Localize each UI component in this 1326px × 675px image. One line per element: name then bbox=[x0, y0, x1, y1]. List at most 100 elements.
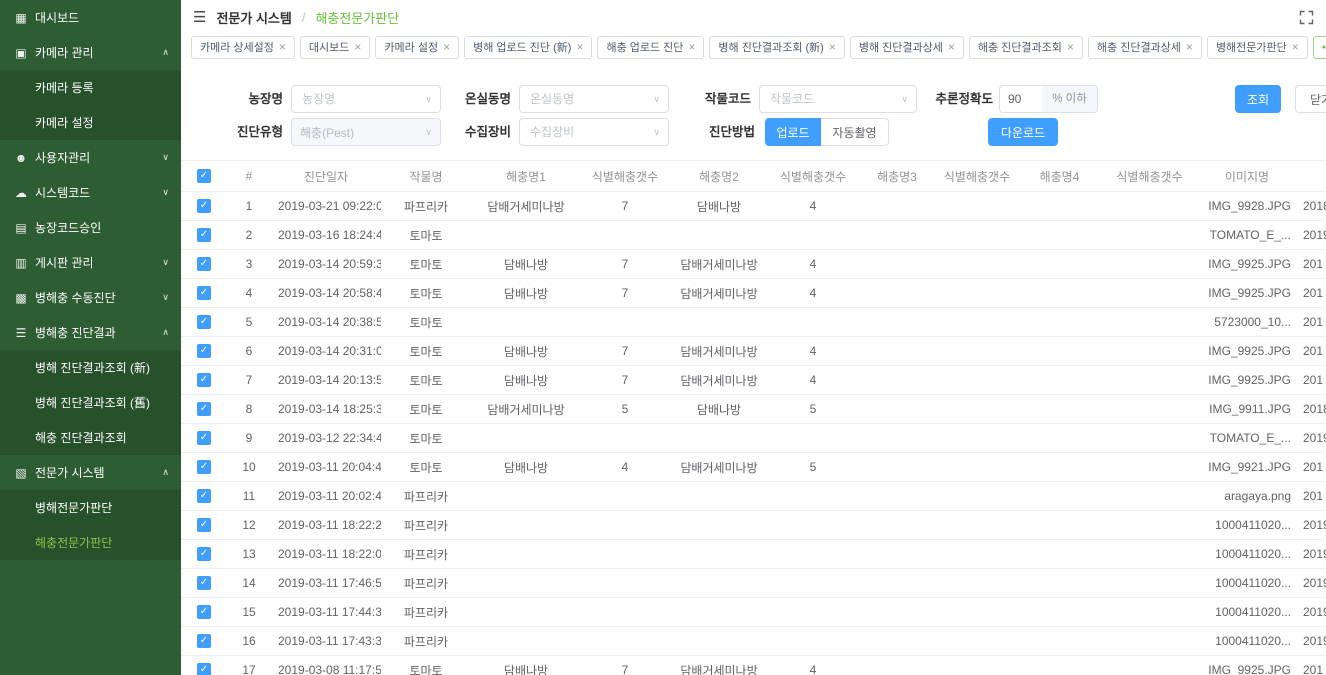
greenhouse-input[interactable] bbox=[528, 91, 649, 107]
row-checkbox[interactable]: ✓ bbox=[197, 518, 211, 532]
diagnosis-type-value: 해충(Pest) bbox=[300, 124, 421, 141]
tab-item[interactable]: 해충 진단결과조회× bbox=[969, 36, 1083, 59]
sidebar-item[interactable]: ▤농장코드승인 bbox=[0, 210, 181, 245]
row-checkbox[interactable]: ✓ bbox=[197, 431, 211, 445]
row-checkbox[interactable]: ✓ bbox=[197, 489, 211, 503]
chevron-up-icon: ∧ bbox=[162, 467, 169, 478]
checkbox-cell: ✓ bbox=[181, 308, 227, 337]
accuracy-field[interactable] bbox=[999, 85, 1043, 113]
close-icon[interactable]: × bbox=[443, 41, 450, 53]
sidebar-item[interactable]: 해충 진단결과조회 bbox=[0, 420, 181, 455]
device-select[interactable]: ∨ bbox=[519, 118, 669, 146]
cell-pest1-count: 5 bbox=[581, 395, 669, 424]
sidebar-item[interactable]: 해충전문가판단 bbox=[0, 525, 181, 560]
table-row: ✓112019-03-11 20:02:41파프리카aragaya.png201 bbox=[181, 482, 1326, 511]
row-checkbox[interactable]: ✓ bbox=[197, 663, 211, 675]
breadcrumb-root[interactable]: 전문가 시스템 bbox=[216, 8, 291, 27]
sidebar-item[interactable]: ▧전문가 시스템∧ bbox=[0, 455, 181, 490]
sidebar-item[interactable]: 카메라 설정 bbox=[0, 105, 181, 140]
tab-item[interactable]: 해충 업로드 진단× bbox=[597, 36, 704, 59]
cell-image-name: IMG_9925.JPG bbox=[1197, 337, 1297, 366]
table-row: ✓152019-03-11 17:44:33파프리카1000411020...2… bbox=[181, 598, 1326, 627]
cell-pest4-name bbox=[1017, 192, 1102, 221]
close-icon[interactable]: × bbox=[1186, 41, 1193, 53]
search-button[interactable]: 조회 bbox=[1235, 85, 1281, 113]
greenhouse-select[interactable]: ∨ bbox=[519, 85, 669, 113]
checkbox-cell: ✓ bbox=[181, 482, 227, 511]
cell-pest4-count bbox=[1102, 192, 1197, 221]
sidebar-item[interactable]: ▣카메라 관리∧ bbox=[0, 35, 181, 70]
sidebar-item-label: 사용자관리 bbox=[35, 149, 90, 166]
crop-code-input[interactable] bbox=[768, 91, 897, 107]
row-checkbox[interactable]: ✓ bbox=[197, 547, 211, 561]
cell-image-name: IMG_9925.JPG bbox=[1197, 366, 1297, 395]
diagnosis-type-select[interactable]: 해충(Pest) ∨ bbox=[291, 118, 441, 146]
cell-pest1-count bbox=[581, 598, 669, 627]
cell-pest2-name bbox=[669, 221, 769, 250]
tab-item[interactable]: 병해전문가판단× bbox=[1207, 36, 1308, 59]
row-checkbox[interactable]: ✓ bbox=[197, 286, 211, 300]
cell-diagnosis-date: 2019-03-14 18:25:32 bbox=[271, 395, 381, 424]
cell-diagnosis-date: 2019-03-14 20:58:46 bbox=[271, 279, 381, 308]
select-all-checkbox[interactable]: ✓ bbox=[197, 169, 211, 183]
cell-pest3-count bbox=[937, 221, 1017, 250]
sidebar-item[interactable]: ▦대시보드 bbox=[0, 0, 181, 35]
cell-diagnosis-date: 2019-03-11 17:44:33 bbox=[271, 598, 381, 627]
close-icon[interactable]: × bbox=[1292, 41, 1299, 53]
close-icon[interactable]: × bbox=[1067, 41, 1074, 53]
row-checkbox[interactable]: ✓ bbox=[197, 373, 211, 387]
close-icon[interactable]: × bbox=[829, 41, 836, 53]
tab-item[interactable]: 카메라 설정× bbox=[375, 36, 459, 59]
method-auto-button[interactable]: 자동촬영 bbox=[821, 118, 889, 146]
menu-toggle-icon[interactable]: ☰ bbox=[193, 8, 206, 26]
close-icon[interactable]: × bbox=[688, 41, 695, 53]
row-checkbox[interactable]: ✓ bbox=[197, 460, 211, 474]
close-icon[interactable]: × bbox=[948, 41, 955, 53]
row-checkbox[interactable]: ✓ bbox=[197, 228, 211, 242]
row-checkbox[interactable]: ✓ bbox=[197, 344, 211, 358]
row-checkbox[interactable]: ✓ bbox=[197, 402, 211, 416]
download-button[interactable]: 다운로드 bbox=[988, 118, 1058, 146]
farm-name-input[interactable] bbox=[300, 91, 421, 107]
cell-diagnosis-date: 2019-03-11 17:43:34 bbox=[271, 627, 381, 656]
tab-item[interactable]: 카메라 상세설정× bbox=[191, 36, 295, 59]
checkbox-cell: ✓ bbox=[181, 279, 227, 308]
sidebar-item[interactable]: ☻사용자관리∨ bbox=[0, 140, 181, 175]
row-checkbox[interactable]: ✓ bbox=[197, 576, 211, 590]
sidebar-item[interactable]: ☰병해충 진단결과∧ bbox=[0, 315, 181, 350]
tab-active[interactable]: ●해충전문가판단× bbox=[1313, 36, 1326, 59]
tab-item[interactable]: 병해 진단결과조회 (新)× bbox=[709, 36, 844, 59]
tab-item[interactable]: 대시보드× bbox=[300, 36, 371, 59]
sidebar-item[interactable]: 병해 진단결과조회 (舊) bbox=[0, 385, 181, 420]
row-checkbox[interactable]: ✓ bbox=[197, 257, 211, 271]
sidebar-item[interactable]: 병해전문가판단 bbox=[0, 490, 181, 525]
device-input[interactable] bbox=[528, 124, 649, 140]
row-checkbox[interactable]: ✓ bbox=[197, 315, 211, 329]
tab-item[interactable]: 병해 진단결과상세× bbox=[850, 36, 964, 59]
crop-code-select[interactable]: ∨ bbox=[759, 85, 917, 113]
cell-pest2-name bbox=[669, 627, 769, 656]
sidebar-item[interactable]: ▥게시판 관리∨ bbox=[0, 245, 181, 280]
tab-item[interactable]: 해충 진단결과상세× bbox=[1088, 36, 1202, 59]
sidebar-item[interactable]: 카메라 등록 bbox=[0, 70, 181, 105]
fullscreen-icon[interactable] bbox=[1299, 10, 1314, 25]
row-checkbox[interactable]: ✓ bbox=[197, 634, 211, 648]
cell-pest4-count bbox=[1102, 511, 1197, 540]
close-button[interactable]: 닫기 bbox=[1295, 85, 1326, 113]
sidebar-item[interactable]: ☁시스템코드∨ bbox=[0, 175, 181, 210]
tab-item[interactable]: 병해 업로드 진단 (新)× bbox=[464, 36, 592, 59]
close-icon[interactable]: × bbox=[354, 41, 361, 53]
farm-name-select[interactable]: ∨ bbox=[291, 85, 441, 113]
method-upload-button[interactable]: 업로드 bbox=[765, 118, 821, 146]
cell-pest4-count bbox=[1102, 598, 1197, 627]
chevron-up-icon: ∧ bbox=[162, 47, 169, 58]
close-icon[interactable]: × bbox=[279, 41, 286, 53]
row-checkbox[interactable]: ✓ bbox=[197, 605, 211, 619]
sidebar-item[interactable]: ▩병해충 수동진단∨ bbox=[0, 280, 181, 315]
sidebar-item[interactable]: 병해 진단결과조회 (新) bbox=[0, 350, 181, 385]
accuracy-input[interactable] bbox=[1006, 91, 1036, 107]
cell-pest3-count bbox=[937, 482, 1017, 511]
close-icon[interactable]: × bbox=[576, 41, 583, 53]
cell-row-number: 17 bbox=[227, 656, 271, 675]
row-checkbox[interactable]: ✓ bbox=[197, 199, 211, 213]
